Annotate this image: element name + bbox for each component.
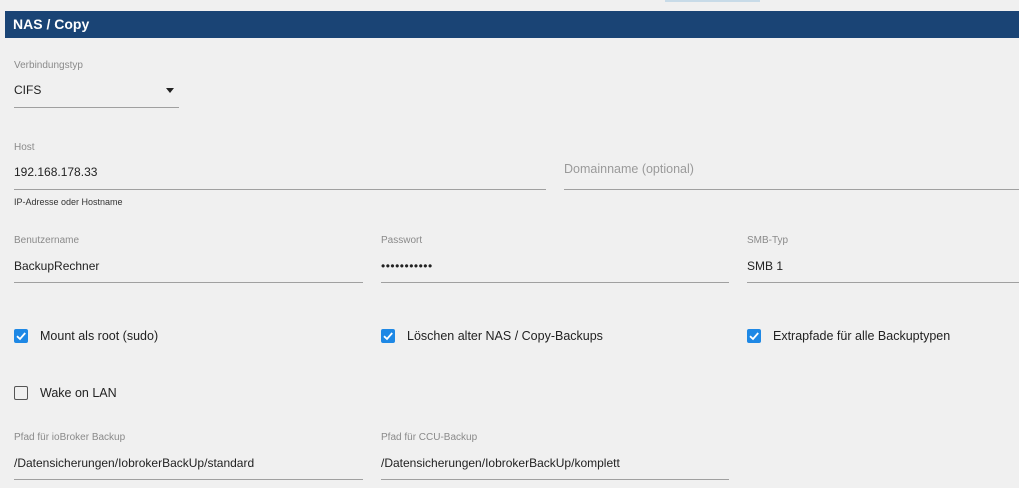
password-value: •••••••••••: [381, 259, 433, 273]
caret-down-icon: [166, 88, 174, 93]
domain-input[interactable]: Domainname (optional): [564, 155, 1019, 190]
domain-underline: [564, 189, 1019, 190]
extra-paths-checkbox[interactable]: Extrapfade für alle Backuptypen: [747, 328, 1007, 346]
host-input[interactable]: 192.168.178.33: [14, 160, 546, 190]
username-input[interactable]: BackupRechner: [14, 253, 363, 283]
check-icon: [383, 332, 393, 341]
domain-placeholder: Domainname (optional): [564, 162, 694, 176]
ccu-path-label: Pfad für CCU-Backup: [381, 432, 478, 443]
ccu-path-underline: [381, 479, 729, 480]
smb-type-input[interactable]: SMB 1: [747, 253, 1019, 283]
delete-old-check-box: [381, 329, 395, 343]
ccu-path-input[interactable]: /Datensicherungen/IobrokerBackUp/komplet…: [381, 450, 729, 480]
mount-root-checkbox[interactable]: Mount als root (sudo): [14, 328, 214, 346]
iobroker-path-value: /Datensicherungen/IobrokerBackUp/standar…: [14, 456, 255, 470]
delete-old-checkbox[interactable]: Löschen alter NAS / Copy-Backups: [381, 328, 641, 346]
top-strip: [0, 0, 1019, 10]
password-label: Passwort: [381, 235, 423, 246]
password-input[interactable]: •••••••••••: [381, 253, 729, 283]
iobroker-path-label: Pfad für ioBroker Backup: [14, 432, 126, 443]
smb-type-underline: [747, 282, 1019, 283]
delete-old-label: Löschen alter NAS / Copy-Backups: [407, 329, 603, 343]
host-label: Host: [14, 142, 35, 153]
host-helper-text: IP-Adresse oder Hostname: [14, 197, 123, 207]
check-icon: [16, 332, 26, 341]
smb-type-value: SMB 1: [747, 259, 784, 273]
panel-header: NAS / Copy: [5, 11, 1019, 38]
connection-type-select[interactable]: CIFS: [14, 78, 179, 108]
iobroker-path-input[interactable]: /Datensicherungen/IobrokerBackUp/standar…: [14, 450, 363, 480]
smb-type-label: SMB-Typ: [747, 235, 789, 246]
extra-paths-label: Extrapfade für alle Backuptypen: [773, 329, 951, 343]
ccu-path-value: /Datensicherungen/IobrokerBackUp/komplet…: [381, 456, 620, 470]
wake-on-lan-label: Wake on LAN: [40, 386, 117, 400]
host-value: 192.168.178.33: [14, 165, 98, 179]
mount-root-check-box: [14, 329, 28, 343]
host-underline: [14, 189, 546, 190]
wake-on-lan-checkbox[interactable]: Wake on LAN: [14, 385, 164, 403]
connection-type-underline: [14, 107, 179, 108]
wake-on-lan-check-box: [14, 386, 28, 400]
password-underline: [381, 282, 729, 283]
extra-paths-check-box: [747, 329, 761, 343]
username-underline: [14, 282, 363, 283]
iobroker-path-underline: [14, 479, 363, 480]
connection-type-label: Verbindungstyp: [14, 60, 83, 71]
connection-type-value: CIFS: [14, 83, 42, 97]
check-icon: [749, 332, 759, 341]
tab-indicator: [665, 0, 760, 2]
username-value: BackupRechner: [14, 259, 100, 273]
username-label: Benutzername: [14, 235, 80, 246]
mount-root-label: Mount als root (sudo): [40, 329, 159, 343]
